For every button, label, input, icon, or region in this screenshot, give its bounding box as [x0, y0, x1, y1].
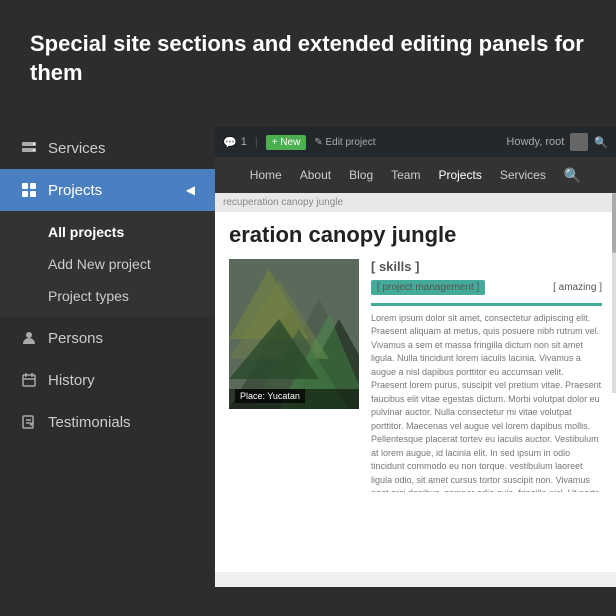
- nav-about[interactable]: About: [300, 168, 331, 182]
- breadcrumb-text: recuperation canopy jungle: [223, 197, 343, 208]
- skill-rating-row: [ project management ] [ amazing ]: [371, 278, 602, 297]
- projects-arrow: ◀: [186, 183, 195, 197]
- skill-bar: [371, 303, 602, 306]
- sidebar: Services Projects ◀ All projects Add New…: [0, 127, 215, 587]
- projects-submenu: All projects Add New project Project typ…: [0, 211, 215, 317]
- nav-search-icon[interactable]: 🔍: [564, 167, 581, 184]
- search-toggle[interactable]: 🔍: [594, 136, 608, 149]
- grid-icon: [20, 181, 38, 199]
- sidebar-item-persons-label: Persons: [48, 330, 103, 347]
- calendar-icon: [20, 371, 38, 389]
- nav-team[interactable]: Team: [391, 168, 420, 182]
- two-col-layout: Place: Yucatan [ skills ] [ project mana…: [229, 259, 602, 573]
- sidebar-item-projects[interactable]: Projects ◀: [0, 169, 215, 211]
- sidebar-item-services[interactable]: Services: [0, 127, 215, 169]
- skill-rating: [ amazing ]: [553, 282, 602, 293]
- sidebar-item-testimonials[interactable]: Testimonials: [0, 401, 215, 443]
- header-section: Special site sections and extended editi…: [0, 0, 616, 127]
- nav-projects[interactable]: Projects: [438, 168, 481, 182]
- edit-icon: [20, 413, 38, 431]
- sep1: |: [255, 136, 258, 148]
- page-title: Special site sections and extended editi…: [30, 30, 586, 87]
- submenu-all-projects[interactable]: All projects: [0, 216, 215, 248]
- server-icon: [20, 139, 38, 157]
- submenu-add-new-project[interactable]: Add New project: [0, 248, 215, 280]
- nav-blog[interactable]: Blog: [349, 168, 373, 182]
- scrollbar-thumb[interactable]: [612, 193, 616, 253]
- project-title: eration canopy jungle: [229, 222, 602, 248]
- skills-title: [ skills ]: [371, 259, 602, 274]
- skills-section: [ skills ] [ project management ] [ amaz…: [371, 259, 602, 306]
- main-container: Services Projects ◀ All projects Add New…: [0, 127, 616, 587]
- scrollbar[interactable]: [612, 193, 616, 393]
- sidebar-item-projects-label: Projects: [48, 182, 102, 199]
- lorem-text: Lorem ipsum dolor sit amet, consectetur …: [371, 312, 602, 492]
- new-button[interactable]: + New: [266, 135, 307, 150]
- admin-bar: 💬 1 | + New ✎ Edit project Howdy, root 🔍: [215, 127, 616, 157]
- site-nav: Home About Blog Team Projects Services 🔍: [215, 157, 616, 193]
- left-column: Place: Yucatan: [229, 259, 359, 573]
- admin-avatar: [570, 133, 588, 151]
- content-area: 💬 1 | + New ✎ Edit project Howdy, root 🔍…: [215, 127, 616, 587]
- edit-project-button[interactable]: ✎ Edit project: [314, 137, 375, 148]
- submenu-project-types[interactable]: Project types: [0, 280, 215, 312]
- comment-count: 💬 1: [223, 136, 247, 149]
- admin-bar-right: Howdy, root 🔍: [506, 133, 608, 151]
- project-image: Place: Yucatan: [229, 259, 359, 409]
- sidebar-item-services-label: Services: [48, 140, 106, 157]
- person-icon: [20, 329, 38, 347]
- nav-home[interactable]: Home: [250, 168, 282, 182]
- sidebar-item-history[interactable]: History: [0, 359, 215, 401]
- breadcrumb: recuperation canopy jungle: [215, 193, 616, 212]
- right-column: [ skills ] [ project management ] [ amaz…: [371, 259, 602, 573]
- sidebar-item-testimonials-label: Testimonials: [48, 414, 131, 431]
- sidebar-item-history-label: History: [48, 372, 95, 389]
- skill-tag: [ project management ]: [371, 280, 485, 295]
- sidebar-item-persons[interactable]: Persons: [0, 317, 215, 359]
- nav-services[interactable]: Services: [500, 168, 546, 182]
- howdy-text: Howdy, root: [506, 136, 564, 148]
- page-content: eration canopy jungle: [215, 212, 616, 572]
- image-label: Place: Yucatan: [235, 389, 305, 403]
